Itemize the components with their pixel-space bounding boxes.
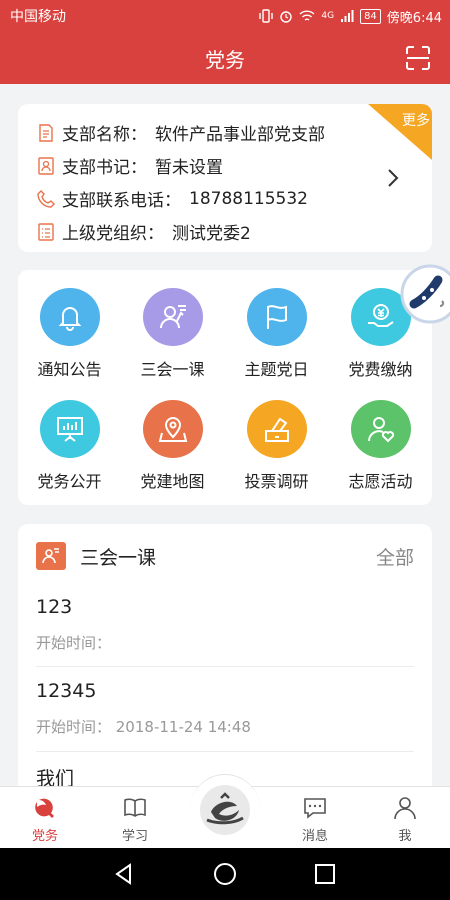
branch-name-row: 支部名称： 软件产品事业部党支部 [36, 120, 325, 145]
function-grid: 通知公告 三会一课 主题党日 党费缴纳 党务公开 党建地图 投票调研 志愿活动 [18, 270, 432, 505]
parent-org-row: 上级党组织： 测试党委2 [36, 219, 251, 244]
alarm-icon [280, 11, 293, 23]
status-icons: 4G 84 傍晚6:44 [259, 7, 442, 26]
branch-secretary-value: 暂未设置 [155, 158, 223, 178]
grid-label: 通知公告 [37, 360, 102, 379]
recents-icon[interactable] [313, 862, 337, 886]
home-icon[interactable] [213, 862, 237, 886]
branch-name-key: 支部名称： [62, 125, 147, 145]
carrier-name: 中国移动 [10, 9, 66, 25]
tab-label: 党务 [31, 829, 58, 844]
grid-label: 党务公开 [37, 472, 102, 491]
grid-label: 志愿活动 [348, 472, 413, 491]
grid-label: 党建地图 [140, 472, 205, 491]
grid-label: 主题党日 [244, 360, 309, 379]
grid-item-volunteer[interactable]: 志愿活动 [329, 382, 432, 492]
presentation-icon [39, 400, 100, 458]
phone-icon [37, 189, 55, 208]
signal-icon [341, 10, 354, 22]
emblem-logo-icon [200, 784, 250, 835]
parent-org-value: 测试党委2 [172, 224, 251, 244]
back-icon[interactable] [112, 862, 136, 886]
branch-name-value: 软件产品事业部党支部 [155, 125, 325, 145]
book-icon [124, 798, 146, 817]
tab-messages[interactable]: 消息 [270, 787, 360, 849]
tab-me[interactable]: 我 [360, 787, 450, 849]
network-label: 4G [321, 11, 335, 21]
divider [36, 666, 414, 667]
tab-study[interactable]: 学习 [90, 787, 180, 849]
grid-label: 投票调研 [244, 472, 309, 491]
meetings-header: 三会一课 全部 [36, 542, 414, 570]
grid-item-vote[interactable]: 投票调研 [225, 382, 328, 492]
chevron-right-icon[interactable] [384, 166, 402, 190]
tab-label: 我 [398, 829, 412, 844]
hammer-sickle-icon [35, 798, 54, 818]
lecture-icon [142, 288, 203, 346]
tab-label: 学习 [121, 829, 148, 844]
clock: 傍晚6:44 [386, 10, 442, 26]
tab-party-affairs[interactable]: 党务 [0, 787, 90, 849]
floating-assistant-icon[interactable] [396, 258, 450, 342]
volunteer-icon [350, 400, 411, 458]
map-pin-icon [142, 400, 203, 458]
meeting-name: 12345 [36, 680, 97, 702]
branch-secretary-row: 支部书记： 暂未设置 [36, 153, 223, 178]
grid-item-map[interactable]: 党建地图 [121, 382, 224, 492]
vote-icon [246, 400, 307, 458]
bell-icon [39, 288, 100, 346]
status-bar: 中国移动 4G 84 傍晚6:44 [0, 0, 450, 32]
list-icon [38, 222, 54, 241]
branch-secretary-key: 支部书记： [62, 158, 147, 178]
grid-item-meetings[interactable]: 三会一课 [121, 270, 224, 380]
more-label[interactable]: 更多 [402, 110, 430, 130]
message-icon [304, 798, 326, 819]
battery-level: 84 [360, 8, 381, 24]
tab-label: 消息 [301, 829, 328, 844]
wifi-icon [299, 10, 315, 21]
grid-label: 党费缴纳 [348, 360, 413, 379]
branch-phone-key: 支部联系电话： [62, 191, 181, 211]
list-item[interactable]: 12345 开始时间： 2018-11-24 14:48 [36, 680, 414, 737]
grid-item-affairs-open[interactable]: 党务公开 [18, 382, 121, 492]
app-header: 党务 [0, 32, 450, 84]
vibrate-icon [259, 9, 274, 23]
scan-icon[interactable] [404, 44, 432, 72]
branch-info-card[interactable]: 支部名称： 软件产品事业部党支部 支部书记： 暂未设置 支部联系电话： 1878… [18, 104, 432, 252]
page-title: 党务 [205, 47, 245, 72]
meeting-name: 123 [36, 596, 73, 618]
person-icon [394, 797, 416, 820]
center-home-button[interactable] [190, 774, 260, 844]
branch-phone-row: 支部联系电话： 18788115532 [36, 186, 308, 211]
branch-phone-value: 18788115532 [189, 188, 308, 209]
parent-org-key: 上级党组织： [62, 224, 164, 244]
grid-item-notice[interactable]: 通知公告 [18, 270, 121, 380]
meeting-time: 开始时间： [36, 634, 112, 652]
document-icon [39, 123, 53, 142]
meeting-time: 开始时间： 2018-11-24 14:48 [36, 718, 251, 736]
lecture-icon [36, 542, 66, 570]
list-item[interactable]: 123 开始时间： [36, 596, 414, 653]
meetings-card: 三会一课 全部 123 开始时间： 12345 开始时间： 2018-11-24… [18, 524, 432, 794]
system-nav-bar [0, 848, 450, 900]
meetings-title: 三会一课 [80, 546, 157, 569]
person-card-icon [38, 156, 54, 175]
divider [36, 751, 414, 752]
grid-label: 三会一课 [140, 360, 205, 379]
flag-icon [246, 288, 307, 346]
view-all-link[interactable]: 全部 [376, 543, 414, 570]
grid-item-theme-day[interactable]: 主题党日 [225, 270, 328, 380]
